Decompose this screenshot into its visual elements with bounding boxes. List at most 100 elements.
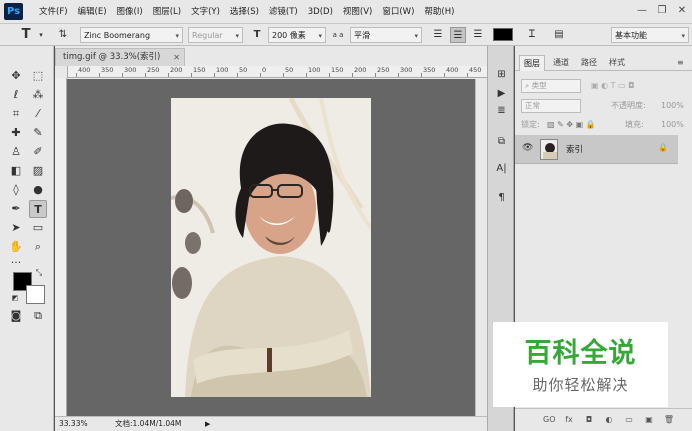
menu-item[interactable]: 窗口(W) [377,0,419,24]
opacity-value[interactable]: 100% [661,96,684,116]
vertical-scrollbar[interactable] [475,79,487,416]
new-layer-icon[interactable]: ▣ [643,414,655,426]
lock-icons[interactable]: ▨ ✎ ✥ ▣ 🔒 [547,115,596,135]
ruler-label: 450 [469,66,482,74]
shape-tool-icon[interactable]: ▭ [29,219,47,237]
document-info: 文档:1.04M/1.04M [115,419,182,428]
layer-row[interactable]: 👁 索引 🔒 [515,135,678,164]
align-center-icon[interactable]: ☰ [450,27,466,43]
ruler-tick [352,73,353,77]
tools-panel: ✥ ⬚ ℓ ⁂ ⌗ ⁄ ✚ ✎ ♙ ✐ ◧ ▨ ◊ ● ✒ T ➤ ▭ ✋ ⌕ … [0,46,54,431]
ruler-tick [306,73,307,77]
zoom-level[interactable]: 33.33% [59,417,88,431]
move-tool-icon[interactable]: ✥ [7,67,25,85]
blend-mode-select[interactable]: 正常 [521,99,581,113]
ruler-label: 300 [400,66,413,74]
font-family-select[interactable]: Zinc Boomerang ▾ [80,27,183,43]
character-icon[interactable]: A| [494,161,509,176]
layer-filter-select[interactable]: ⌕ 类型 [521,79,581,93]
panel-menu-icon[interactable]: ≡ [673,55,688,71]
tab-styles[interactable]: 样式 [605,55,629,71]
menu-item[interactable]: 图像(I) [112,0,148,24]
tab-channels[interactable]: 通道 [549,55,573,71]
background-color-swatch[interactable] [26,285,45,304]
menu-item[interactable]: 3D(D) [303,0,338,24]
minimize-button[interactable]: — [636,5,648,17]
blur-tool-icon[interactable]: ◊ [7,181,25,199]
type-tool-preset-icon[interactable]: T [18,27,34,43]
zoom-tool-icon[interactable]: ⌕ [29,238,47,256]
healing-brush-tool-icon[interactable]: ✚ [7,124,25,142]
ruler-tick [421,73,422,77]
fx-icon[interactable]: fx [563,414,575,426]
add-mask-icon[interactable]: ◘ [583,414,595,426]
marquee-tool-icon[interactable]: ⬚ [29,67,47,85]
clone-stamp-tool-icon[interactable]: ♙ [7,143,25,161]
status-bar: 33.33% 文档:1.04M/1.04M ▶ [55,416,487,431]
chevron-down-icon: ▾ [175,32,179,40]
font-family-value: Zinc Boomerang [84,31,151,40]
tab-paths[interactable]: 路径 [577,55,601,71]
quick-mask-icon[interactable]: ◙ [7,307,25,325]
ruler-tick [237,73,238,77]
more-tools-icon[interactable]: ··· [7,254,25,272]
text-color-swatch[interactable] [493,28,513,41]
menu-item[interactable]: 文件(F) [34,0,73,24]
screen-mode-icon[interactable]: ⧉ [29,307,47,325]
workspace-select[interactable]: 基本功能 ▾ [611,27,689,43]
eyedropper-tool-icon[interactable]: ⁄ [29,105,47,123]
restore-button[interactable]: ❐ [656,5,668,17]
lock-icon: 🔒 [658,143,668,152]
swap-colors-icon[interactable]: ⤡ [34,268,44,278]
font-size-select[interactable]: 200 像素 ▾ [268,27,326,43]
align-left-icon[interactable]: ☰ [430,27,446,43]
gradient-tool-icon[interactable]: ▨ [29,162,47,180]
eraser-tool-icon[interactable]: ◧ [7,162,25,180]
menu-item[interactable]: 选择(S) [225,0,264,24]
character-panel-icon[interactable]: ▤ [551,27,567,43]
delete-layer-icon[interactable]: 🗑 [663,414,675,426]
history-brush-tool-icon[interactable]: ✐ [29,143,47,161]
eye-icon[interactable]: 👁 [522,143,533,153]
menu-item[interactable]: 帮助(H) [419,0,459,24]
path-selection-tool-icon[interactable]: ➤ [7,219,25,237]
properties-icon[interactable]: ≣ [494,103,509,118]
text-orientation-icon[interactable]: ⇅ [55,27,71,43]
crop-tool-icon[interactable]: ⌗ [7,105,25,123]
warp-text-icon[interactable]: Ꮖ [524,27,540,43]
layers-tabs: 图层 通道 路径 样式 ≡ [515,55,692,71]
lasso-tool-icon[interactable]: ℓ [7,86,25,104]
font-style-select[interactable]: Regular ▾ [188,27,243,43]
pen-tool-icon[interactable]: ✒ [7,200,25,218]
menu-item[interactable]: 视图(V) [338,0,377,24]
preset-chevron-down-icon[interactable]: ▾ [33,27,49,43]
magic-wand-tool-icon[interactable]: ⁂ [29,86,47,104]
menu-item[interactable]: 图层(L) [148,0,186,24]
close-button[interactable]: ✕ [676,5,688,17]
menu-item[interactable]: 文字(Y) [186,0,225,24]
menu-item[interactable]: 滤镜(T) [264,0,303,24]
actions-play-icon[interactable]: ▶ [494,86,509,101]
new-group-icon[interactable]: ▭ [623,414,635,426]
paragraph-icon[interactable]: ¶ [494,190,509,205]
close-icon[interactable]: ✕ [173,49,180,66]
filter-type-icons[interactable]: ▣ ◐ T ▭ ◘ [591,76,634,96]
link-layers-icon[interactable]: GO [543,414,556,426]
history-icon[interactable]: ⊞ [494,67,509,82]
status-expand-icon[interactable]: ▶ [205,417,210,431]
menu-item[interactable]: 编辑(E) [73,0,112,24]
fill-value[interactable]: 100% [661,115,684,135]
tab-layers[interactable]: 图层 [519,55,545,71]
default-colors-icon[interactable]: ◩ [10,293,20,303]
lock-row: 锁定: ▨ ✎ ✥ ▣ 🔒 填充: 100% [515,115,692,135]
type-tool-icon[interactable]: T [29,200,47,218]
clone-source-icon[interactable]: ⧉ [494,134,509,149]
ruler-tick [283,73,284,77]
adjustment-layer-icon[interactable]: ◐ [603,414,615,426]
document-tab[interactable]: timg.gif @ 33.3%(索引) ✕ [55,48,185,66]
brush-tool-icon[interactable]: ✎ [29,124,47,142]
canvas-area[interactable] [67,79,475,416]
dodge-tool-icon[interactable]: ● [29,181,47,199]
antialias-select[interactable]: 平滑 ▾ [350,27,422,43]
align-right-icon[interactable]: ☰ [470,27,486,43]
